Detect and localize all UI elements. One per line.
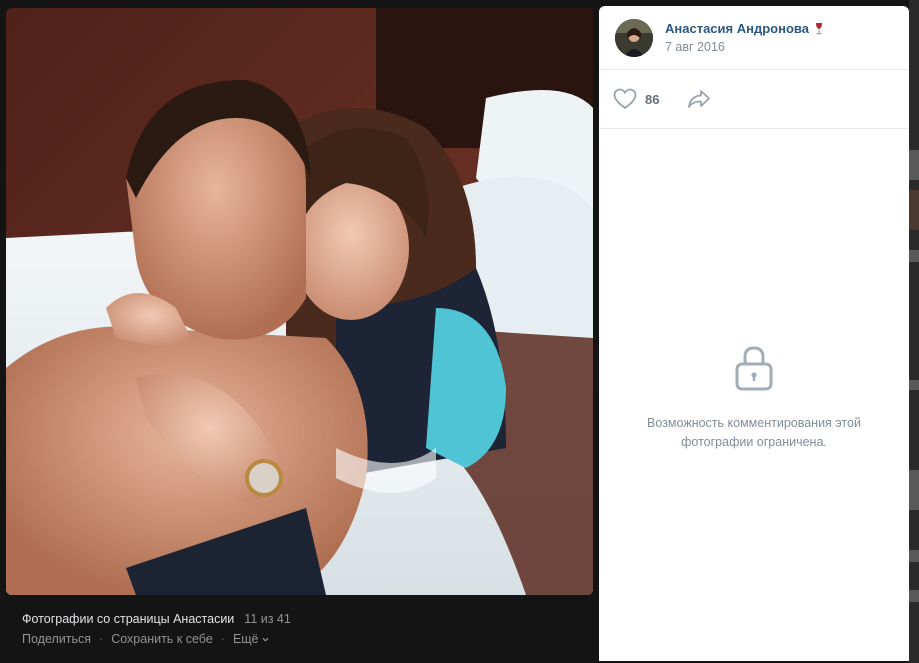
- comments-restricted-message: Возможность комментирования этой фотогра…: [619, 414, 889, 452]
- photo-image: [6, 8, 593, 595]
- chevron-down-icon: [261, 637, 269, 642]
- avatar-image: [615, 18, 653, 57]
- like-count: 86: [645, 91, 660, 107]
- author-header: Анастасия Андронова 7 авг 2016: [599, 6, 909, 70]
- photo-viewer: Фотографии со страницы Анастасии 11 из 4…: [0, 0, 919, 663]
- more-menu-button[interactable]: Ещё: [233, 632, 269, 646]
- background-page-edge: [909, 0, 919, 663]
- photo-pane: Фотографии со страницы Анастасии 11 из 4…: [0, 0, 598, 663]
- photo-counter: 11 из 41: [244, 612, 291, 626]
- post-date: 7 авг 2016: [665, 40, 725, 54]
- share-arrow-icon: [688, 90, 711, 108]
- avatar[interactable]: [615, 18, 653, 57]
- comments-area: Возможность комментирования этой фотогра…: [599, 130, 909, 661]
- separator-dot: ·: [220, 632, 225, 646]
- restricted-line-1: Возможность комментирования этой: [647, 416, 861, 430]
- more-label: Ещё: [232, 632, 259, 646]
- info-panel: Анастасия Андронова 7 авг 2016 86 Возмож…: [599, 6, 909, 661]
- restricted-line-2: фотографии ограничена.: [681, 435, 827, 449]
- photo-footer: Фотографии со страницы Анастасии 11 из 4…: [22, 612, 582, 646]
- separator-dot: ·: [99, 632, 104, 646]
- save-to-self-link[interactable]: Сохранить к себе: [111, 632, 213, 646]
- wine-glass-icon: [815, 22, 822, 34]
- lock-icon: [735, 346, 773, 391]
- actions-bar: 86: [599, 70, 909, 129]
- heart-icon: [613, 88, 637, 110]
- album-title-link[interactable]: Фотографии со страницы Анастасии: [22, 612, 234, 626]
- share-link[interactable]: Поделиться: [22, 632, 91, 646]
- author-name-link[interactable]: Анастасия Андронова: [665, 21, 809, 36]
- like-button[interactable]: 86: [613, 88, 659, 110]
- share-button[interactable]: [687, 89, 711, 109]
- photo[interactable]: [6, 8, 593, 595]
